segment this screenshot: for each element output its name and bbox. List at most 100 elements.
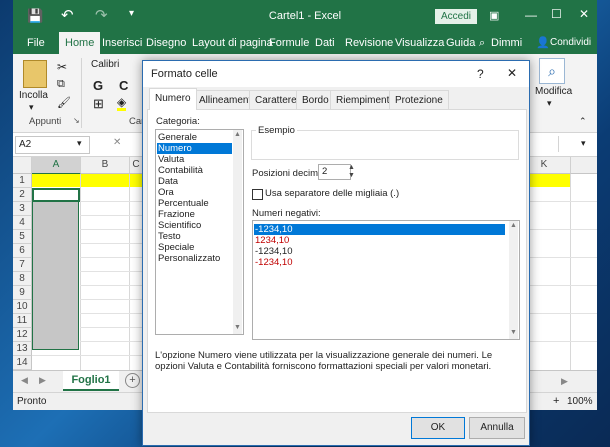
category-item[interactable]: Contabilità <box>158 165 203 176</box>
tab-font[interactable]: Carattere <box>249 90 303 110</box>
clipboard-dialog-launcher-icon[interactable]: ↘ <box>73 116 80 125</box>
cut-icon[interactable]: ✂ <box>57 60 67 74</box>
zoom-in-icon[interactable]: + <box>553 395 559 407</box>
tab-help[interactable]: Guida <box>446 32 475 54</box>
tab-tell-me[interactable]: Dimmi <box>491 32 522 54</box>
cancel-entry-icon[interactable]: ✕ <box>113 137 121 148</box>
negative-option[interactable]: -1234,10 <box>255 246 293 257</box>
negative-option-selected[interactable]: -1234,10 <box>254 224 505 235</box>
category-item[interactable]: Speciale <box>158 242 194 253</box>
redo-icon[interactable]: ↷ <box>95 6 108 24</box>
thousands-separator-label[interactable]: Usa separatore delle migliaia (.) <box>265 188 399 199</box>
editing-dropdown-icon[interactable]: ▾ <box>547 98 552 109</box>
tab-protection[interactable]: Protezione <box>389 90 449 110</box>
category-item[interactable]: Testo <box>158 231 181 242</box>
ok-button[interactable]: OK <box>411 417 465 439</box>
category-item-selected[interactable]: Numero <box>157 143 232 154</box>
scroll-down-icon[interactable]: ▼ <box>234 324 241 331</box>
tab-page-layout[interactable]: Layout di pagina <box>192 32 273 54</box>
copy-icon[interactable]: ⧉ <box>57 78 65 91</box>
row-header[interactable]: 2 <box>13 188 32 202</box>
category-item[interactable]: Scientifico <box>158 220 201 231</box>
decimals-input[interactable]: 2 <box>318 164 351 180</box>
row-header[interactable]: 12 <box>13 328 32 342</box>
maximize-icon[interactable]: ☐ <box>551 7 562 21</box>
negative-option[interactable]: -1234,10 <box>255 257 293 268</box>
share-button[interactable]: Condividi <box>550 32 591 54</box>
paste-button[interactable]: Incolla <box>19 90 48 101</box>
tab-border[interactable]: Bordo <box>296 90 335 110</box>
scroll-down-icon[interactable]: ▼ <box>510 329 517 336</box>
share-icon[interactable]: 👤 <box>536 32 550 54</box>
tab-review[interactable]: Revisione <box>345 32 393 54</box>
row-header[interactable]: 4 <box>13 216 32 230</box>
row-header[interactable]: 13 <box>13 342 32 356</box>
active-cell[interactable] <box>32 188 80 202</box>
signin-button[interactable]: Accedi <box>435 9 477 24</box>
name-box-dropdown-icon[interactable]: ▾ <box>77 138 82 149</box>
category-item[interactable]: Percentuale <box>158 198 209 209</box>
undo-icon[interactable]: ↶ <box>61 6 74 24</box>
scroll-up-icon[interactable]: ▲ <box>234 131 241 138</box>
category-item[interactable]: Frazione <box>158 209 195 220</box>
cancel-button[interactable]: Annulla <box>469 417 525 439</box>
save-icon[interactable]: 💾 <box>27 8 43 24</box>
highlighted-row-1[interactable] <box>32 174 142 187</box>
decimals-up-icon[interactable]: ▲ <box>348 164 355 171</box>
horizontal-scrollbar[interactable]: ▶ <box>561 376 568 387</box>
tab-insert[interactable]: Inserisci <box>102 32 142 54</box>
ribbon-options-icon[interactable]: ▣ <box>489 9 499 22</box>
row-header[interactable]: 6 <box>13 244 32 258</box>
sheet-tab-foglio1[interactable]: Foglio1 <box>63 371 119 391</box>
formula-input[interactable] <box>558 136 595 152</box>
tab-formulas[interactable]: Formule <box>269 32 309 54</box>
category-item[interactable]: Valuta <box>158 154 184 165</box>
tab-home[interactable]: Home <box>59 32 101 54</box>
row-header[interactable]: 14 <box>13 356 32 370</box>
zoom-level[interactable]: 100% <box>567 396 593 407</box>
column-header-a[interactable]: A <box>32 157 81 175</box>
row-header[interactable]: 1 <box>13 174 32 188</box>
scroll-sheets-right-icon[interactable]: ▶ <box>39 375 46 386</box>
tab-number[interactable]: Numero <box>149 88 197 110</box>
close-dialog-button[interactable]: ✕ <box>507 66 517 80</box>
negative-scrollbar[interactable] <box>509 221 518 339</box>
row-header[interactable]: 7 <box>13 258 32 272</box>
scroll-sheets-left-icon[interactable]: ◀ <box>21 375 28 386</box>
decimals-down-icon[interactable]: ▼ <box>348 172 355 179</box>
row-header[interactable]: 5 <box>13 230 32 244</box>
add-sheet-icon[interactable]: + <box>125 373 140 388</box>
category-scrollbar[interactable] <box>233 130 242 334</box>
italic-button[interactable]: C <box>119 78 128 93</box>
search-icon[interactable]: ⌕ <box>479 32 485 54</box>
column-header-b[interactable]: B <box>81 157 130 174</box>
bold-button[interactable]: G <box>93 78 103 93</box>
help-button[interactable]: ? <box>477 67 484 81</box>
category-item[interactable]: Generale <box>158 132 197 143</box>
row-header[interactable]: 3 <box>13 202 32 216</box>
negative-option[interactable]: 1234,10 <box>255 235 289 246</box>
tab-file[interactable]: File <box>27 32 45 54</box>
tab-data[interactable]: Dati <box>315 32 335 54</box>
fill-color-icon[interactable]: ◈ <box>117 96 127 111</box>
select-all-corner[interactable] <box>13 157 32 174</box>
paste-icon[interactable] <box>23 60 47 88</box>
row-header[interactable]: 11 <box>13 314 32 328</box>
row-header[interactable]: 9 <box>13 286 32 300</box>
column-header-l[interactable] <box>571 157 597 174</box>
quick-access-dropdown-icon[interactable]: ▾ <box>129 8 134 19</box>
expand-formula-bar-icon[interactable]: ▾ <box>581 138 586 149</box>
row-header[interactable]: 8 <box>13 272 32 286</box>
close-window-icon[interactable]: ✕ <box>579 7 589 21</box>
negative-numbers-list[interactable]: -1234,10 1234,10 -1234,10 -1234,10 ▲ ▼ <box>252 220 520 340</box>
selected-range[interactable] <box>32 188 79 350</box>
editing-button[interactable]: Modifica <box>535 86 572 97</box>
borders-icon[interactable]: ⊞ <box>93 96 104 112</box>
category-item[interactable]: Personalizzato <box>158 253 220 264</box>
paste-dropdown-icon[interactable]: ▾ <box>29 102 34 113</box>
collapse-ribbon-icon[interactable]: ⌃ <box>579 116 587 127</box>
tab-view[interactable]: Visualizza <box>395 32 444 54</box>
tab-draw[interactable]: Disegno <box>146 32 186 54</box>
category-item[interactable]: Data <box>158 176 178 187</box>
font-name-box[interactable]: Calibri <box>89 58 143 72</box>
